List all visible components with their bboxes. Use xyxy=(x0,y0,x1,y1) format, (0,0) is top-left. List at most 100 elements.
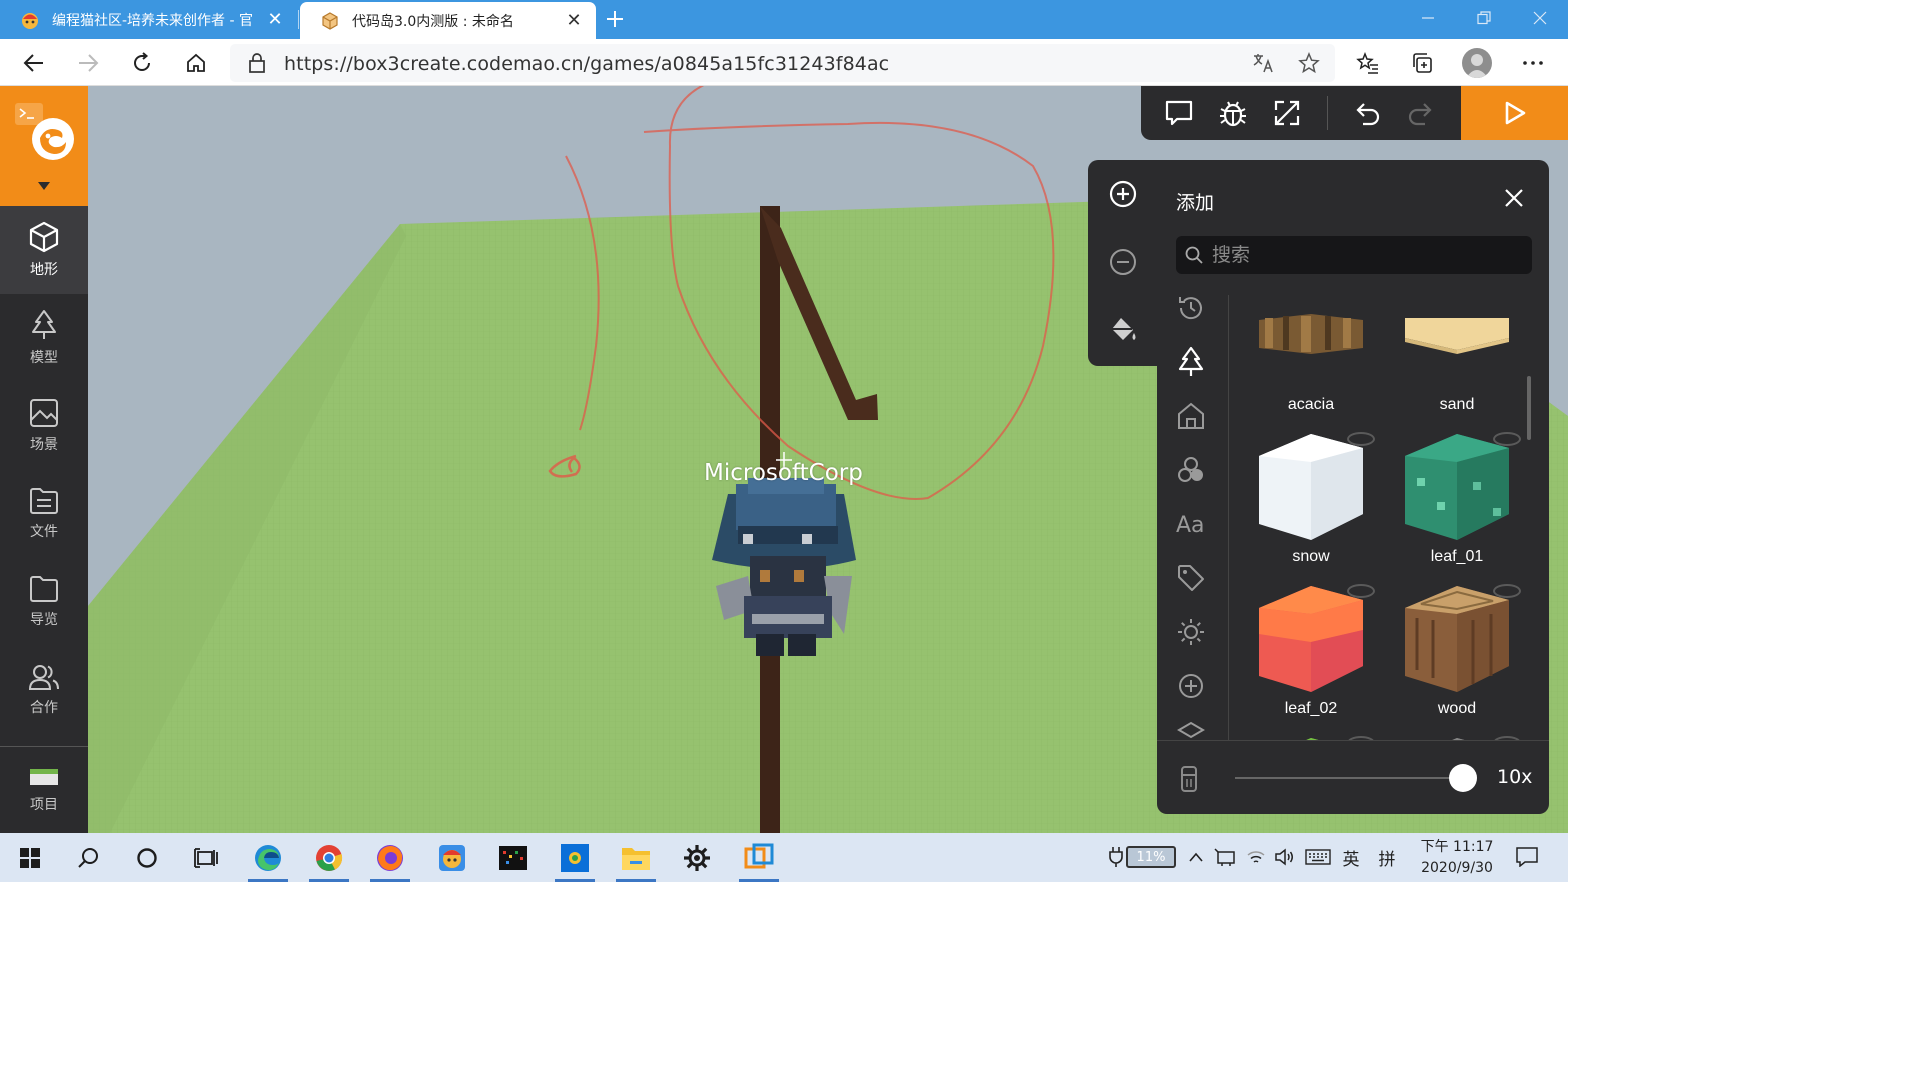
category-light[interactable] xyxy=(1173,614,1209,650)
battery-indicator[interactable]: 11% xyxy=(1126,846,1176,868)
ime-mode-button[interactable]: 拼 xyxy=(1374,845,1400,870)
sidebar-item-label: 模型 xyxy=(30,350,58,366)
tab-close-icon[interactable]: ✕ xyxy=(265,9,285,30)
block-item-snow[interactable]: snow xyxy=(1241,432,1381,582)
taskbar-app-firefox[interactable] xyxy=(368,839,412,882)
collections-icon xyxy=(1413,53,1432,73)
wifi-icon-button[interactable] xyxy=(1244,845,1268,869)
category-custom[interactable] xyxy=(1173,668,1209,704)
player-name-label: MicrosoftCorp xyxy=(704,460,863,486)
taskbar-app-explorer[interactable] xyxy=(614,839,658,882)
category-building[interactable] xyxy=(1173,398,1209,434)
lock-icon[interactable] xyxy=(248,53,266,73)
block-item-leaf-01[interactable]: leaf_01 xyxy=(1387,432,1527,582)
address-bar[interactable]: https://box3create.codemao.cn/games/a084… xyxy=(230,44,1335,82)
block-name: snow xyxy=(1292,548,1330,565)
category-nature[interactable] xyxy=(1173,344,1209,380)
favorites-button[interactable] xyxy=(1354,49,1382,77)
chat-button[interactable] xyxy=(1164,98,1194,128)
start-button[interactable] xyxy=(8,839,52,877)
caret-down-icon[interactable] xyxy=(38,182,50,190)
sidebar-item-models[interactable]: 模型 xyxy=(0,294,88,382)
search-button[interactable] xyxy=(66,839,110,877)
windows-logo-icon xyxy=(20,848,40,868)
refresh-button[interactable] xyxy=(128,49,156,77)
block-item-wood[interactable]: wood xyxy=(1387,584,1527,734)
users-icon xyxy=(28,665,59,690)
tab-box3-editor[interactable]: 代码岛3.0内测版 : 未命名 ✕ xyxy=(300,2,596,39)
close-window-button[interactable] xyxy=(1512,0,1568,36)
taskbar-app-codemao[interactable] xyxy=(430,839,474,877)
acacia-block-thumbnail xyxy=(1259,314,1363,354)
brush-size-slider[interactable] xyxy=(1235,777,1463,779)
block-grid-scrollbar[interactable] xyxy=(1527,376,1531,440)
volume-button[interactable] xyxy=(1272,845,1296,869)
translate-icon[interactable] xyxy=(1252,52,1274,74)
back-button[interactable] xyxy=(20,49,48,77)
forward-button[interactable] xyxy=(74,49,102,77)
browser-toolbar: https://box3create.codemao.cn/games/a084… xyxy=(0,39,1568,86)
sidebar-item-scene[interactable]: 场景 xyxy=(0,382,88,470)
search-input[interactable] xyxy=(1212,240,1512,270)
panel-close-button[interactable] xyxy=(1501,185,1527,211)
cortana-button[interactable] xyxy=(125,839,169,877)
add-block-tool[interactable] xyxy=(1107,178,1139,210)
bug-icon xyxy=(1220,101,1246,127)
notifications-button[interactable] xyxy=(1512,845,1542,869)
app-logo-block[interactable] xyxy=(0,86,88,206)
task-view-icon xyxy=(194,848,218,868)
sidebar-item-label: 地形 xyxy=(30,262,58,278)
sidebar-item-guide[interactable]: 导览 xyxy=(0,558,88,646)
tab-close-icon[interactable]: ✕ xyxy=(564,10,584,31)
category-text[interactable]: Aa xyxy=(1173,506,1209,542)
block-item-leaf-02[interactable]: leaf_02 xyxy=(1241,584,1381,734)
restore-button[interactable] xyxy=(1456,0,1512,36)
star-icon[interactable] xyxy=(1298,52,1320,74)
taskbar-app-settings[interactable] xyxy=(675,839,719,877)
blue-app-icon xyxy=(561,844,589,872)
power-plug-icon[interactable] xyxy=(1106,845,1126,869)
block-item-acacia[interactable]: acacia xyxy=(1241,300,1381,430)
debug-button[interactable] xyxy=(1218,98,1248,128)
new-tab-button[interactable] xyxy=(600,4,630,34)
search-box[interactable] xyxy=(1176,236,1532,274)
more-menu-button[interactable] xyxy=(1519,49,1547,77)
collections-button[interactable] xyxy=(1408,49,1436,77)
network-adapter-icon[interactable] xyxy=(1212,845,1238,869)
category-tags[interactable] xyxy=(1173,560,1209,596)
taskbar-app-scratch[interactable] xyxy=(553,839,597,882)
sidebar-item-project[interactable]: 项目 xyxy=(0,748,88,833)
play-button[interactable] xyxy=(1461,86,1568,140)
remove-block-tool[interactable] xyxy=(1107,246,1139,278)
eraser-icon[interactable] xyxy=(1179,765,1199,793)
home-button[interactable] xyxy=(182,49,210,77)
category-materials[interactable] xyxy=(1173,452,1209,488)
sidebar-item-files[interactable]: 文件 xyxy=(0,470,88,558)
refresh-icon xyxy=(134,52,150,71)
sidebar-item-terrain[interactable]: 地形 xyxy=(0,206,88,294)
category-layers[interactable] xyxy=(1173,716,1209,740)
block-item-sand[interactable]: sand xyxy=(1387,300,1527,430)
profile-avatar[interactable] xyxy=(1462,48,1492,78)
minimize-button[interactable] xyxy=(1400,0,1456,36)
tab-codemao-community[interactable]: 编程猫社区-培养未来创作者 - 官 ✕ xyxy=(0,0,297,39)
taskbar-app-edge[interactable] xyxy=(246,839,290,882)
brush-size-slider-thumb[interactable] xyxy=(1449,764,1477,792)
undo-button[interactable] xyxy=(1352,98,1382,128)
redo-button[interactable] xyxy=(1406,98,1436,128)
category-recent[interactable] xyxy=(1173,290,1209,326)
keyboard-button[interactable] xyxy=(1304,845,1332,869)
taskbar-app-remote[interactable] xyxy=(737,839,781,882)
tab-separator xyxy=(298,10,299,29)
speaker-icon xyxy=(1275,848,1293,866)
show-hidden-icons-button[interactable] xyxy=(1186,845,1206,869)
sidebar-item-collab[interactable]: 合作 xyxy=(0,646,88,734)
fullscreen-button[interactable] xyxy=(1272,98,1302,128)
task-view-button[interactable] xyxy=(184,839,228,877)
user-icon xyxy=(1466,54,1488,78)
fill-tool[interactable] xyxy=(1107,314,1139,346)
taskbar-clock[interactable]: 下午 11:17 2020/9/30 xyxy=(1412,837,1502,879)
ime-language-button[interactable]: 英 xyxy=(1338,845,1364,870)
taskbar-app-game[interactable] xyxy=(491,839,535,877)
taskbar-app-chrome[interactable] xyxy=(307,839,351,882)
